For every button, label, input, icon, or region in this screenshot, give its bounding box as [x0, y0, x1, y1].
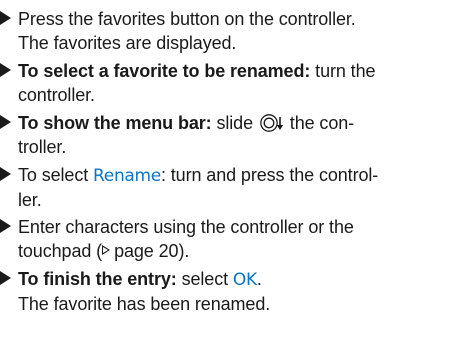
step-arrow-icon — [0, 219, 11, 233]
step-5-line-2: touchpad ( page 20). — [18, 239, 463, 263]
step-6-line-1: To finish the entry: select OK. — [18, 267, 463, 292]
step-2-line-2: controller. — [18, 85, 95, 105]
step-2-text: turn the — [310, 61, 376, 81]
step-5: Enter characters using the controller or… — [0, 215, 463, 263]
step-4: To select Rename: turn and press the con… — [0, 163, 463, 211]
rename-menu-term: Rename — [93, 166, 161, 186]
step-3-text-before: slide — [211, 113, 258, 133]
page-reference-triangle-icon — [102, 245, 111, 255]
step-3-line-2: troller. — [18, 137, 67, 157]
step-6-text-before: select — [176, 269, 233, 289]
step-arrow-icon — [0, 115, 11, 129]
step-6-bold-label: To finish the entry: — [18, 269, 177, 289]
step-2: To select a favorite to be renamed: turn… — [0, 59, 463, 107]
step-5-line-2-after: ). — [178, 241, 190, 261]
step-5-line-1: Enter characters using the controller or… — [18, 217, 354, 237]
step-3-bold-label: To show the menu bar: — [18, 113, 212, 133]
step-arrow-icon — [0, 271, 11, 285]
instruction-steps: Press the favorites button on the contro… — [0, 7, 463, 315]
controller-slide-down-icon — [260, 114, 284, 132]
step-6-result: The favorite has been renamed. — [18, 294, 271, 314]
step-3-line-1: To show the menu bar: slide the con- — [18, 111, 463, 135]
step-4-text-after: : turn and press the control- — [160, 165, 379, 185]
step-6: To finish the entry: select OK. The favo… — [0, 267, 463, 315]
step-5-line-2-before: touchpad ( — [18, 241, 103, 261]
step-1-line-1: Press the favorites button on the contro… — [18, 7, 463, 31]
step-1-result: The favorites are displayed. — [18, 33, 237, 53]
step-4-line-2: ler. — [18, 190, 42, 210]
step-1: Press the favorites button on the contro… — [0, 7, 463, 55]
step-3: To show the menu bar: slide the con- tro… — [0, 111, 463, 159]
step-1-text: Press the favorites button on the contro… — [18, 9, 356, 29]
step-4-text-before: To select — [18, 165, 94, 185]
step-arrow-icon — [0, 167, 11, 181]
manual-page: Press the favorites button on the contro… — [0, 0, 463, 339]
step-6-text-after: . — [256, 269, 262, 289]
step-arrow-icon — [0, 11, 11, 25]
step-2-bold-label: To select a favorite to be renamed: — [18, 61, 311, 81]
page-reference-link[interactable]: page 20 — [114, 241, 178, 261]
step-4-line-1: To select Rename: turn and press the con… — [18, 163, 463, 188]
step-arrow-icon — [0, 63, 11, 77]
ok-menu-term: OK — [232, 270, 257, 290]
step-2-line-1: To select a favorite to be renamed: turn… — [18, 59, 463, 83]
step-3-text-after: the con- — [284, 113, 355, 133]
